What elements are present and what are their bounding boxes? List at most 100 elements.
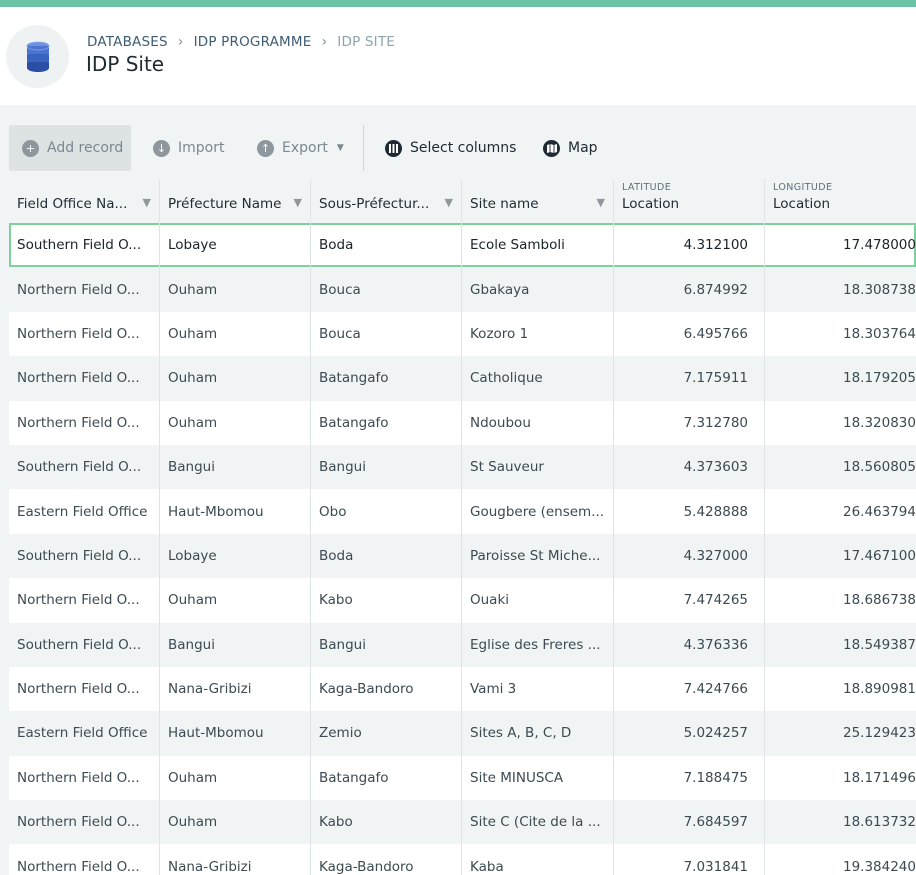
cell-field-office[interactable]: Northern Field O... [9,311,160,357]
cell-latitude[interactable]: 4.376336 [614,622,765,667]
cell-sous-prefecture[interactable]: Batangafo [311,356,462,401]
cell-latitude[interactable]: 5.024257 [614,711,765,756]
column-header-latitude[interactable]: LATITUDE Location [614,179,765,223]
table-row[interactable]: Northern Field O... Ouham Batangafo Site MI… [9,755,916,801]
cell-sous-prefecture[interactable]: Bouca [311,267,462,312]
cell-latitude[interactable]: 7.175911 [614,356,765,401]
column-header-prefecture[interactable]: Préfecture Name ▼ [160,179,311,223]
filter-icon[interactable]: ▼ [597,196,605,209]
select-columns-button[interactable]: Select columns [372,125,516,171]
cell-prefecture[interactable]: Nana-Gribizi [160,666,311,712]
table-row[interactable]: Northern Field O... Nana-Gribizi Kaga-Band… [9,666,916,712]
table-row[interactable]: Eastern Field Office Haut-Mbomou Zemio Site… [9,711,916,756]
cell-longitude[interactable]: 18.560805 [765,445,916,489]
cell-longitude[interactable]: 18.613732 [765,800,916,844]
cell-longitude[interactable]: 18.308738 [765,267,916,311]
cell-site-name[interactable]: Site MINUSCA [462,755,614,801]
cell-longitude[interactable]: 25.129423 [765,711,916,755]
cell-prefecture[interactable]: Lobaye [160,223,311,268]
cell-latitude[interactable]: 5.428888 [614,489,765,534]
cell-sous-prefecture[interactable]: Kabo [311,800,462,845]
cell-longitude[interactable]: 17.467100 [765,534,916,578]
column-header-sous-prefecture[interactable]: Sous-Préfectur... ▼ [311,179,462,223]
cell-latitude[interactable]: 7.312780 [614,400,765,445]
cell-longitude[interactable]: 18.320830 [765,401,916,445]
breadcrumb-idp-programme[interactable]: IDP PROGRAMME [194,34,312,50]
filter-icon[interactable]: ▼ [294,196,302,209]
table-row[interactable]: Northern Field O... Ouham Kabo Site C (Cite… [9,800,916,845]
cell-longitude[interactable]: 26.463794 [765,489,916,533]
cell-field-office[interactable]: Southern Field O... [9,622,160,667]
cell-longitude[interactable]: 18.171496 [765,756,916,800]
cell-field-office[interactable]: Southern Field O... [9,533,160,579]
cell-sous-prefecture[interactable]: Bangui [311,622,462,667]
cell-sous-prefecture[interactable]: Zemio [311,711,462,756]
cell-longitude[interactable]: 18.549387 [765,623,916,667]
cell-sous-prefecture[interactable]: Batangafo [311,400,462,445]
cell-longitude[interactable]: 18.303764 [765,312,916,356]
table-row[interactable]: Eastern Field Office Haut-Mbomou Obo Gougbe… [9,489,916,534]
cell-site-name[interactable]: Site C (Cite de la ... [462,800,614,845]
table-row[interactable]: Northern Field O... Nana-Gribizi Kaga-Band… [9,844,916,875]
filter-icon[interactable]: ▼ [445,196,453,209]
cell-prefecture[interactable]: Ouham [160,356,311,401]
table-row[interactable]: Northern Field O... Ouham Bouca Gbakaya 6.87… [9,267,916,312]
cell-site-name[interactable]: Sites A, B, C, D [462,711,614,756]
cell-field-office[interactable]: Northern Field O... [9,356,160,401]
cell-site-name[interactable]: Kaba [462,844,614,875]
table-row[interactable]: Northern Field O... Ouham Batangafo Catholi… [9,356,916,401]
cell-field-office[interactable]: Northern Field O... [9,666,160,712]
table-row[interactable]: Northern Field O... Ouham Batangafo Ndoubou… [9,400,916,445]
cell-prefecture[interactable]: Ouham [160,311,311,357]
cell-latitude[interactable]: 7.684597 [614,800,765,845]
cell-longitude[interactable]: 18.890981 [765,667,916,711]
export-button[interactable]: ↑ Export ▼ [244,125,344,171]
cell-latitude[interactable]: 7.031841 [614,844,765,875]
cell-latitude[interactable]: 7.424766 [614,666,765,712]
cell-latitude[interactable]: 4.373603 [614,444,765,490]
cell-prefecture[interactable]: Nana-Gribizi [160,844,311,875]
table-row[interactable]: Southern Field O... Lobaye Boda Ecole Sambo… [9,223,916,268]
cell-site-name[interactable]: Catholique [462,356,614,401]
table-row[interactable]: Northern Field O... Ouham Kabo Ouaki 7.47426… [9,578,916,623]
filter-icon[interactable]: ▼ [143,196,151,209]
cell-sous-prefecture[interactable]: Kaga-Bandoro [311,844,462,875]
column-header-longitude[interactable]: LONGITUDE Location [765,179,916,223]
cell-sous-prefecture[interactable]: Bangui [311,444,462,490]
cell-prefecture[interactable]: Haut-Mbomou [160,489,311,534]
cell-field-office[interactable]: Northern Field O... [9,755,160,801]
cell-prefecture[interactable]: Ouham [160,267,311,312]
cell-field-office[interactable]: Eastern Field Office [9,489,160,534]
cell-site-name[interactable]: Kozoro 1 [462,311,614,357]
cell-field-office[interactable]: Southern Field O... [9,223,160,268]
column-header-site-name[interactable]: Site name ▼ [462,179,614,223]
cell-site-name[interactable]: Paroisse St Miche... [462,533,614,579]
cell-prefecture[interactable]: Haut-Mbomou [160,711,311,756]
cell-field-office[interactable]: Southern Field O... [9,444,160,490]
import-button[interactable]: ↓ Import [140,125,224,171]
column-header-field-office[interactable]: Field Office Na... ▼ [9,179,160,223]
cell-field-office[interactable]: Eastern Field Office [9,711,160,756]
cell-site-name[interactable]: Gbakaya [462,267,614,312]
cell-sous-prefecture[interactable]: Obo [311,489,462,534]
cell-sous-prefecture[interactable]: Batangafo [311,755,462,801]
cell-field-office[interactable]: Northern Field O... [9,578,160,623]
cell-site-name[interactable]: Vami 3 [462,666,614,712]
cell-longitude[interactable]: 17.478000 [765,223,916,267]
cell-site-name[interactable]: Ndoubou [462,400,614,445]
cell-longitude[interactable]: 19.384240 [765,844,916,875]
cell-sous-prefecture[interactable]: Boda [311,533,462,579]
cell-sous-prefecture[interactable]: Kaga-Bandoro [311,666,462,712]
cell-site-name[interactable]: St Sauveur [462,444,614,490]
cell-latitude[interactable]: 6.874992 [614,267,765,312]
cell-prefecture[interactable]: Lobaye [160,533,311,579]
cell-field-office[interactable]: Northern Field O... [9,800,160,845]
table-row[interactable]: Northern Field O... Ouham Bouca Kozoro 1 6.4… [9,311,916,357]
cell-latitude[interactable]: 6.495766 [614,311,765,357]
cell-field-office[interactable]: Northern Field O... [9,267,160,312]
cell-site-name[interactable]: Eglise des Freres ... [462,622,614,667]
cell-prefecture[interactable]: Ouham [160,800,311,845]
cell-prefecture[interactable]: Ouham [160,400,311,445]
cell-site-name[interactable]: Ecole Samboli [462,223,614,268]
cell-longitude[interactable]: 18.179205 [765,356,916,400]
